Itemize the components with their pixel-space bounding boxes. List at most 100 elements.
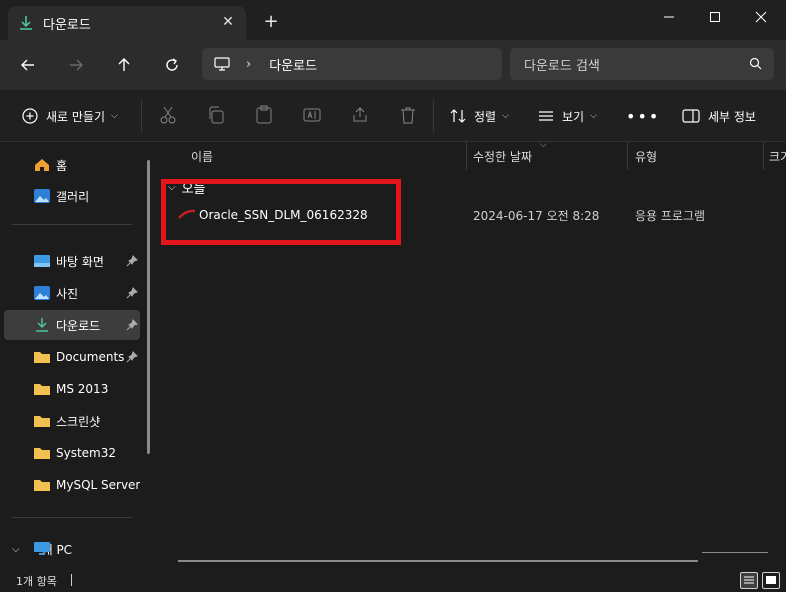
pin-icon[interactable]	[126, 255, 138, 267]
tiles-view-icon	[766, 576, 776, 584]
minimize-icon	[664, 16, 674, 18]
details-button[interactable]: 세부 정보	[682, 104, 756, 128]
view-button[interactable]: 보기 ⌵	[538, 104, 597, 128]
sort-button[interactable]: 정렬 ⌵	[450, 104, 509, 128]
folder-icon	[34, 448, 50, 459]
breadcrumb-current[interactable]: 다운로드	[269, 55, 317, 74]
scrollbar-track	[702, 552, 768, 553]
search-input[interactable]: 다운로드 검색	[524, 55, 600, 74]
delete-icon[interactable]	[398, 105, 418, 125]
maximize-icon	[710, 12, 720, 22]
sidebar-item-pictures[interactable]: 사진	[4, 278, 140, 308]
download-icon	[20, 16, 32, 30]
item-count: 1개 항목	[16, 575, 57, 588]
pin-icon[interactable]	[126, 319, 138, 331]
pin-icon[interactable]	[126, 351, 138, 363]
sidebar-item-system32[interactable]: System32	[4, 438, 140, 468]
chevron-down-icon: ⌵	[590, 111, 597, 121]
folder-icon	[34, 480, 50, 491]
horizontal-scrollbar[interactable]	[178, 560, 698, 562]
command-bar: 새로 만들기 ⌵ 정렬 ⌵ 보기 ⌵ ••• 세부 정보	[0, 90, 786, 142]
sidebar-item-label: System32	[56, 446, 117, 460]
address-bar[interactable]: › 다운로드	[202, 48, 502, 80]
refresh-icon	[166, 58, 178, 71]
sidebar-divider	[12, 224, 132, 225]
sidebar-item-label: 홈	[56, 158, 68, 173]
search-box[interactable]: 다운로드 검색	[510, 48, 774, 80]
forward-button[interactable]	[64, 53, 88, 77]
share-icon[interactable]	[350, 105, 370, 125]
view-icon	[539, 111, 553, 121]
sort-label: 정렬	[474, 109, 497, 124]
download-icon	[36, 318, 48, 332]
sidebar-item-ms2013[interactable]: MS 2013	[4, 374, 140, 404]
new-tab-button[interactable]: +	[262, 13, 280, 31]
navigation-bar: › 다운로드 다운로드 검색	[0, 40, 786, 90]
computer-icon	[214, 57, 230, 71]
new-button-label: 새로 만들기	[46, 109, 106, 124]
up-button[interactable]	[112, 53, 136, 77]
new-button[interactable]: 새로 만들기 ⌵	[22, 104, 118, 128]
details-pane-icon	[682, 109, 700, 123]
sidebar-item-mysql[interactable]: MySQL Server 5	[4, 470, 140, 500]
sidebar-item-label: 스크린샷	[56, 414, 101, 429]
tiles-view-button[interactable]	[762, 572, 780, 589]
refresh-button[interactable]	[160, 53, 184, 77]
folder-icon	[34, 352, 50, 363]
status-separator	[71, 574, 72, 586]
close-icon	[755, 11, 767, 23]
chevron-down-icon: ⌵	[111, 111, 118, 121]
chevron-down-icon: ⌵	[502, 111, 509, 121]
minimize-button[interactable]	[646, 6, 692, 28]
sidebar-item-gallery[interactable]: 갤러리	[4, 181, 140, 211]
add-icon	[22, 108, 38, 124]
back-button[interactable]	[16, 53, 40, 77]
rename-icon[interactable]	[302, 105, 322, 125]
chevron-down-icon[interactable]: ⌵	[12, 544, 20, 555]
pictures-icon	[34, 286, 50, 300]
sidebar-item-documents[interactable]: Documents	[4, 342, 140, 372]
column-header-type[interactable]: 유형	[635, 142, 657, 170]
sidebar-item-this-pc[interactable]: ⌵ 내 PC	[4, 534, 140, 564]
column-divider[interactable]	[627, 142, 628, 170]
sidebar-divider	[12, 517, 132, 518]
paste-icon[interactable]	[254, 105, 274, 125]
sidebar-scrollbar[interactable]	[147, 160, 150, 454]
column-header-name[interactable]: 이름	[191, 142, 213, 170]
column-header-size[interactable]: 크기	[769, 142, 786, 170]
column-header-modified[interactable]: 수정한 날짜	[473, 142, 532, 170]
sidebar-item-desktop[interactable]: 바탕 화면	[4, 246, 140, 276]
home-icon	[35, 159, 49, 171]
search-icon	[749, 57, 762, 70]
breadcrumb-chevron-icon: ›	[246, 56, 252, 72]
tab-downloads[interactable]: 다운로드 ✕	[8, 6, 246, 40]
copy-icon[interactable]	[206, 105, 226, 125]
file-type: 응용 프로그램	[635, 208, 706, 223]
sidebar-item-screenshots[interactable]: 스크린샷	[4, 406, 140, 436]
sidebar-item-label: MS 2013	[56, 382, 109, 396]
forward-arrow-icon	[70, 59, 83, 71]
desktop-icon	[34, 255, 50, 267]
sidebar-item-label: 갤러리	[56, 189, 90, 204]
close-tab-icon[interactable]: ✕	[220, 14, 236, 30]
folder-icon	[34, 416, 50, 427]
cut-icon[interactable]	[158, 105, 178, 125]
more-icon: •••	[626, 106, 661, 126]
column-divider[interactable]	[763, 142, 764, 170]
separator	[141, 100, 142, 132]
gallery-icon	[34, 189, 50, 203]
details-view-button[interactable]	[740, 572, 758, 589]
sidebar-item-home[interactable]: 홈	[4, 150, 140, 180]
more-options-button[interactable]: •••	[626, 104, 660, 128]
maximize-button[interactable]	[692, 6, 738, 28]
up-arrow-icon	[118, 58, 130, 71]
column-divider[interactable]	[466, 142, 467, 170]
back-arrow-icon	[21, 59, 34, 71]
close-window-button[interactable]	[738, 6, 784, 28]
pin-icon[interactable]	[126, 287, 138, 299]
sidebar-item-label: 내 PC	[41, 542, 73, 557]
list-view-icon	[744, 576, 754, 584]
title-bar: 다운로드 ✕ +	[0, 0, 786, 40]
sidebar-item-downloads[interactable]: 다운로드	[4, 310, 140, 340]
view-label: 보기	[562, 109, 585, 124]
